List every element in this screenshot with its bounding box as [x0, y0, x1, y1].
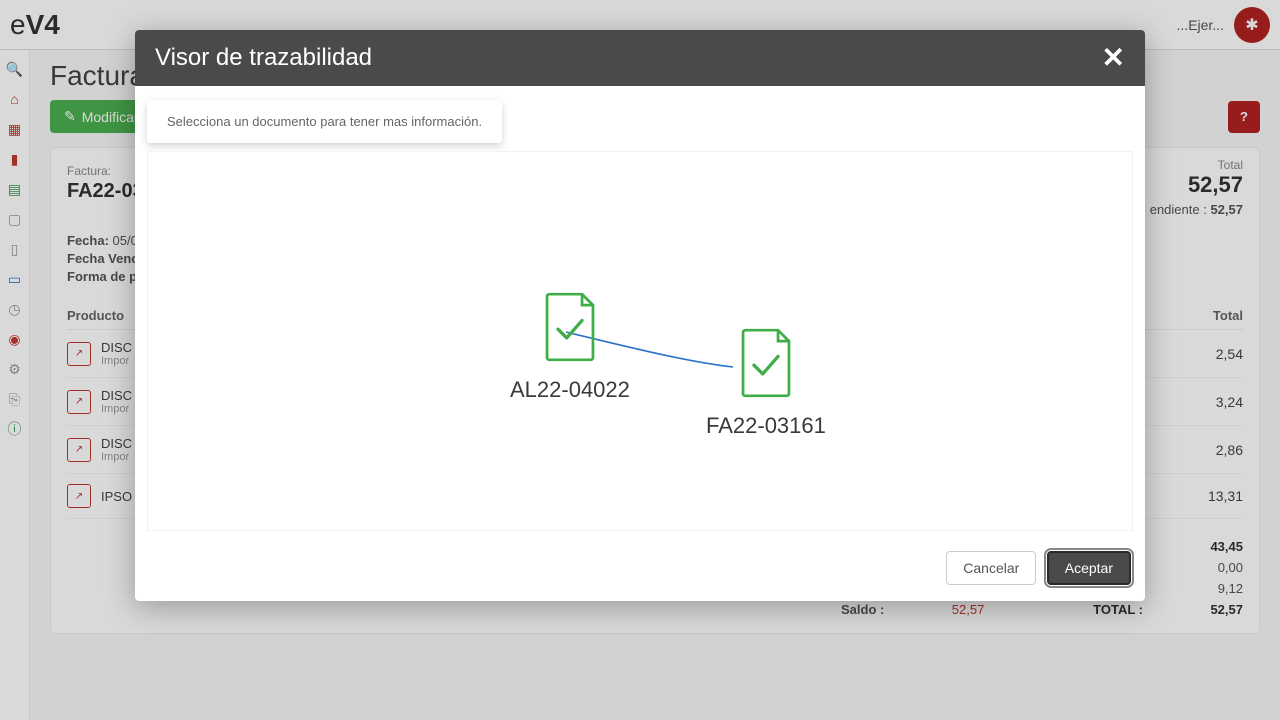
info-tooltip: Selecciona un documento para tener mas i…: [147, 100, 502, 143]
trace-node-source[interactable]: AL22-04022: [510, 292, 630, 403]
modal-body: Selecciona un documento para tener mas i…: [135, 86, 1145, 539]
document-check-icon: [738, 328, 794, 398]
modal-title: Visor de trazabilidad: [155, 44, 1102, 72]
accept-button[interactable]: Aceptar: [1047, 551, 1131, 585]
traceability-modal: Visor de trazabilidad ✕ Selecciona un do…: [135, 30, 1145, 601]
diagram-area: AL22-04022 FA22-03161: [147, 151, 1133, 531]
close-icon[interactable]: ✕: [1102, 44, 1125, 72]
trace-node-target[interactable]: FA22-03161: [706, 328, 826, 439]
modal-overlay: Visor de trazabilidad ✕ Selecciona un do…: [0, 0, 1280, 720]
modal-footer: Cancelar Aceptar: [135, 539, 1145, 601]
node-label: AL22-04022: [510, 377, 630, 403]
modal-header: Visor de trazabilidad ✕: [135, 30, 1145, 86]
cancel-button[interactable]: Cancelar: [946, 551, 1036, 585]
node-label: FA22-03161: [706, 413, 826, 439]
connector-line: [148, 152, 1132, 530]
document-check-icon: [542, 292, 598, 362]
